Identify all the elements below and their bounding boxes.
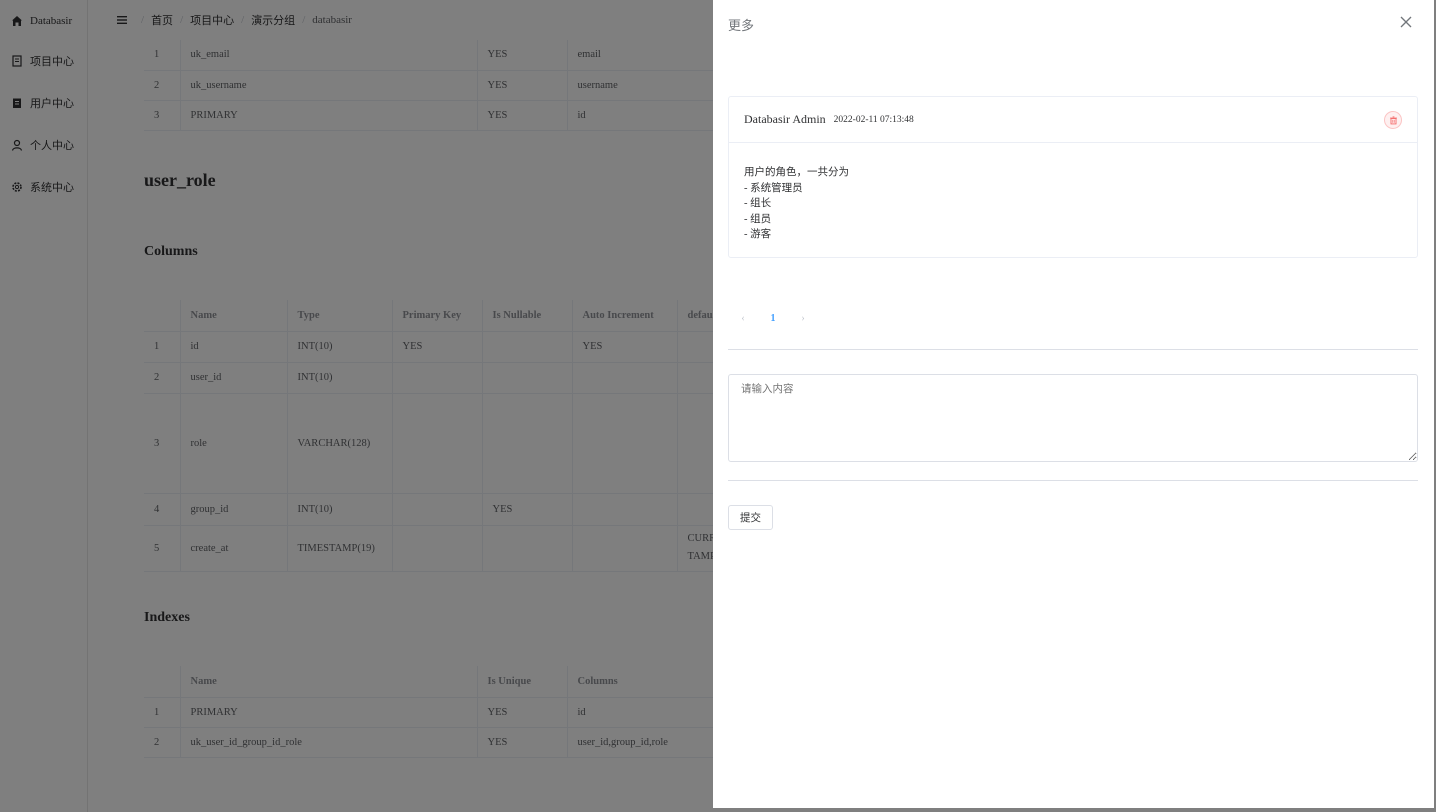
comment-input[interactable] [728,374,1418,462]
close-icon[interactable] [1399,15,1413,29]
divider [728,349,1418,350]
delete-comment-button[interactable] [1384,111,1402,129]
page-number-current[interactable]: 1 [758,307,788,329]
next-page-button[interactable]: › [788,307,818,329]
comment-line: - 游客 [744,229,772,240]
comment-line: - 组长 [744,198,772,209]
comments-drawer: 更多 Databasir Admin 2022-02-11 07:13:48 用… [713,0,1434,808]
comment-body: 用户的角色，一共分为 - 系统管理员 - 组长 - 组员 - 游客 [729,143,1417,243]
comment-line: 用户的角色，一共分为 [744,167,849,178]
pagination: ‹ 1 › [728,307,818,329]
submit-button[interactable]: 提交 [728,505,773,530]
comment-card: Databasir Admin 2022-02-11 07:13:48 用户的角… [728,96,1418,258]
divider [728,480,1418,481]
prev-page-button[interactable]: ‹ [728,307,758,329]
comment-timestamp: 2022-02-11 07:13:48 [833,114,914,125]
drawer-title: 更多 [728,18,755,33]
comment-line: - 组员 [744,213,772,225]
comment-line: - 系统管理员 [744,182,803,194]
trash-icon [1389,115,1397,124]
comment-author: Databasir Admin [744,112,826,126]
comment-header: Databasir Admin 2022-02-11 07:13:48 [729,97,1417,143]
